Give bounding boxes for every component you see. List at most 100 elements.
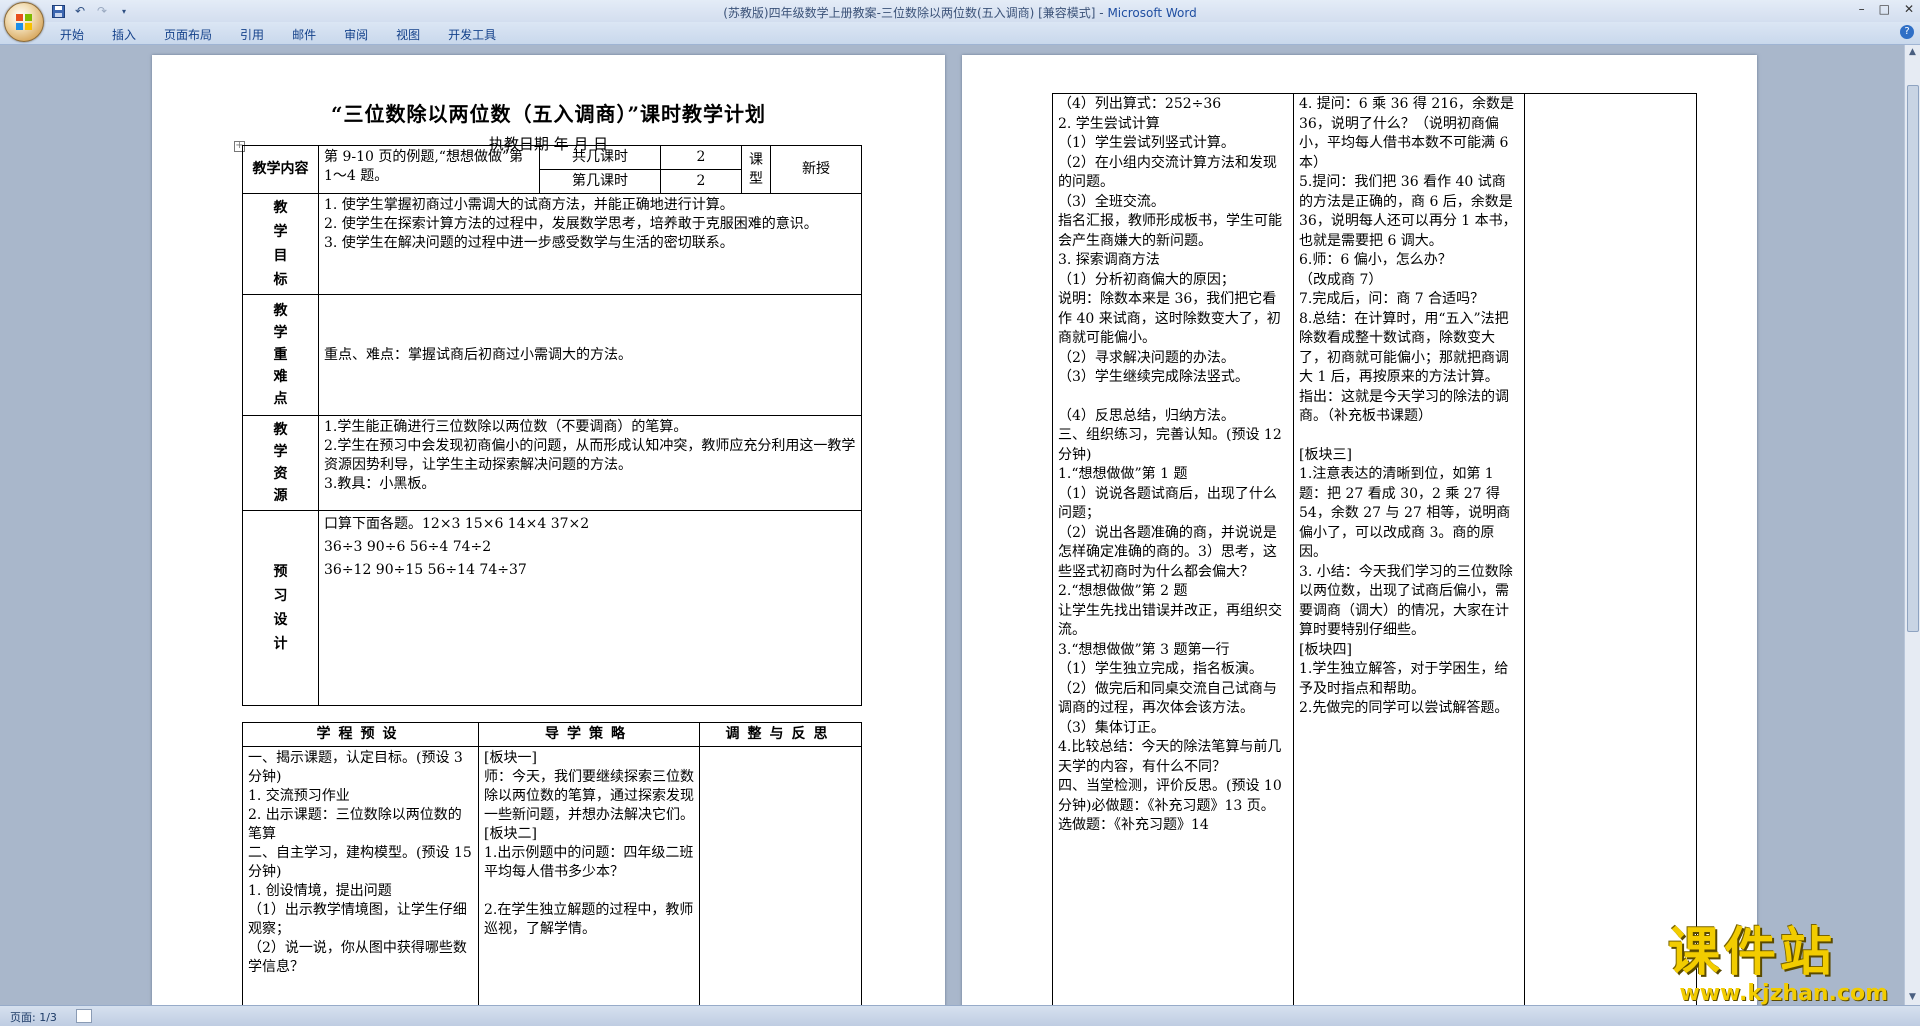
key-label-text: 教学重难点	[273, 303, 288, 407]
strategy-item: 2.先做完的同学可以尝试解答题。	[1299, 700, 1509, 716]
process-item: （1）出示教学情境图，让学生仔细观察；	[248, 902, 467, 937]
document-heading: “三位数除以两位数（五入调商）”课时教学计划	[330, 102, 766, 126]
tab-home[interactable]: 开始	[60, 26, 98, 43]
strategy-item: 4. 提问：6 乘 36 得 216，余数是 36，说明了什么？（说明初商偏小，…	[1299, 96, 1515, 171]
watermark-text: 课件站	[1668, 923, 1837, 983]
resources-cell: 1.学生能正确进行三位数除以两位数（不要调商）的笔算。 2.学生在预习中会发现初…	[318, 415, 862, 511]
scroll-up-icon[interactable]: ▲	[1907, 47, 1918, 58]
strategy-item: 1.出示例题中的问题：四年级二班平均每人借书多少本？	[484, 845, 694, 880]
strategy-item: 6.师：6 偏小，怎么办？	[1299, 252, 1452, 268]
strategy-item: [板块四]	[1299, 641, 1352, 658]
content-text: 第 9-10 页的例题,“想想做做”第 1～4 题。	[318, 145, 540, 194]
process-item: 2. 学生尝试计算	[1058, 115, 1160, 132]
current-hour-label: 第几课时	[539, 169, 661, 194]
goal-item: 1. 使学生掌握初商过小需调大的试商方法，并能正确地进行计算。	[324, 197, 734, 213]
tab-insert[interactable]: 插入	[112, 26, 150, 43]
process-item: （3）集体订正。	[1058, 719, 1165, 736]
preview-label-text: 预习设计	[273, 564, 288, 652]
close-button[interactable]: ✕	[1904, 2, 1914, 16]
process-item: （2）说一说，你从图中获得哪些数学信息？	[248, 940, 467, 975]
process-item: 二、自主学习，建构模型。(预设 15 分钟)	[248, 845, 472, 880]
strategy-cell: [板块一] 师：今天，我们要继续探索三位数除以两位数的笔算，通过探索发现一些新问…	[478, 746, 700, 1005]
process-item: 1. 创设情境，提出问题	[248, 883, 392, 899]
process-item: 1. 交流预习作业	[248, 788, 350, 804]
strategy-cell-continued: 4. 提问：6 乘 36 得 216，余数是 36，说明了什么？（说明初商偏小，…	[1293, 93, 1525, 1005]
process-item: 四、当堂检测，评价反思。(预设 10 分钟)必做题：《补充习题》13 页。选做题…	[1058, 778, 1282, 833]
title-bar: ↶ ↷ ▾ (苏教版)四年级数学上册教案-三位数除以两位数(五入调商) [兼容模…	[0, 0, 1920, 42]
strategy-item	[1299, 427, 1519, 446]
process-item: 让学生先找出错误并改正，再组织交流。	[1058, 602, 1282, 639]
preview-item: 口算下面各题。12×3 15×6 14×4 37×2	[324, 516, 590, 532]
maximize-button[interactable]: □	[1879, 2, 1890, 16]
col-header-process: 学程预设	[242, 722, 479, 747]
reflection-cell	[699, 746, 862, 1005]
process-item: 2.“想想做做”第 2 题	[1058, 583, 1188, 599]
total-hours-label: 共几课时	[539, 145, 661, 170]
office-button[interactable]	[4, 2, 44, 42]
document-title: (苏教版)四年级数学上册教案-三位数除以两位数(五入调商) [兼容模式] -	[723, 6, 1108, 20]
tab-mailings[interactable]: 邮件	[292, 26, 330, 43]
current-hour-value: 2	[660, 169, 742, 194]
preview-item: 36÷12 90÷15 56÷14 74÷37	[324, 562, 527, 578]
strategy-item	[484, 882, 694, 901]
tab-page-layout[interactable]: 页面布局	[164, 26, 226, 43]
process-item: （1）学生尝试列竖式计算。	[1058, 135, 1235, 151]
vertical-scrollbar[interactable]: ▲ ▼	[1904, 45, 1920, 1005]
strategy-item: 3. 小结：今天我们学习的三位数除以两位数，出现了试商后偏小，需要调商（调大）的…	[1299, 563, 1513, 639]
process-item: （2）做完后和同桌交流自己试商与调商的过程，再次体会该方法。	[1058, 680, 1277, 717]
content-label: 教学内容	[242, 145, 319, 194]
app-name: Microsoft Word	[1107, 6, 1197, 20]
office-logo-icon	[16, 14, 32, 30]
process-table-continued: （4）列出算式：252÷36 2. 学生尝试计算 （1）学生尝试列竖式计算。 （…	[1052, 93, 1697, 1005]
tab-developer[interactable]: 开发工具	[448, 26, 510, 43]
watermark-url: www.kjzhan.com	[1679, 981, 1888, 1006]
page-indicator[interactable]: 页面: 1/3	[10, 1009, 57, 1025]
process-item: （2）在小组内交流计算方法和发现的问题。	[1058, 154, 1277, 191]
strategy-item: 1.注意表达的清晰到位，如第 1 题：把 27 看成 30，2 乘 27 得 5…	[1299, 466, 1511, 560]
scroll-down-icon[interactable]: ▼	[1907, 992, 1918, 1003]
tab-references[interactable]: 引用	[240, 26, 278, 43]
preview-item: 36÷3 90÷6 56÷4 74÷2	[324, 539, 492, 555]
tab-review[interactable]: 审阅	[344, 26, 382, 43]
macro-record-icon[interactable]	[76, 1009, 92, 1023]
process-item: 一、揭示课题，认定目标。(预设 3 分钟)	[248, 750, 463, 785]
process-item: （1）分析初商偏大的原因；	[1058, 271, 1235, 288]
strategy-item: [板块一]	[484, 750, 537, 766]
lesson-type-label: 课型	[741, 145, 771, 194]
lesson-type-value: 新授	[770, 145, 862, 194]
process-item: 2. 出示课题：三位数除以两位数的笔算	[248, 807, 462, 842]
strategy-item: [板块三]	[1299, 446, 1352, 463]
goals-label: 教学目标	[242, 193, 319, 295]
strategy-item: 7.完成后，问：商 7 合适吗？	[1299, 291, 1485, 307]
col-header-reflection: 调整与反思	[699, 722, 862, 747]
site-watermark-logo: 课件站 www.kjzhan.com	[1668, 923, 1900, 1005]
reflection-cell-continued	[1524, 93, 1697, 1005]
lesson-plan-table: 教学内容 第 9-10 页的例题,“想想做做”第 1～4 题。 共几课时 2 课…	[242, 145, 862, 706]
strategy-item: 8.总结：在计算时，用“五入”法把除数看成整十数试商，除数变大了，初商就可能偏小…	[1299, 310, 1509, 386]
process-cell-continued: （4）列出算式：252÷36 2. 学生尝试计算 （1）学生尝试列竖式计算。 （…	[1052, 93, 1294, 1005]
process-table: 学程预设 导学策略 调整与反思 一、揭示课题，认定目标。(预设 3 分钟) 1.…	[242, 722, 862, 1005]
goal-item: 3. 使学生在解决问题的过程中进一步感受数学与生活的密切联系。	[324, 235, 734, 251]
resources-label: 教学资源	[242, 415, 319, 511]
process-item: 三、组织练习，完善认知。(预设 12 分钟)	[1058, 427, 1282, 463]
key-label: 教学重难点	[242, 294, 319, 416]
help-icon[interactable]: ?	[1900, 25, 1914, 39]
document-page-1: “三位数除以两位数（五入调商）”课时教学计划 执教日期 年 月 日 + 教学内容…	[152, 55, 945, 1005]
strategy-item: [板块二]	[484, 826, 537, 842]
process-item: （4）列出算式：252÷36	[1058, 96, 1222, 112]
process-item: 指名汇报，教师形成板书，学生可能会产生商嫌大的新问题。	[1058, 213, 1282, 249]
goals-label-text: 教学目标	[273, 200, 288, 288]
document-workspace: “三位数除以两位数（五入调商）”课时教学计划 执教日期 年 月 日 + 教学内容…	[0, 45, 1905, 1005]
strategy-item: 5.提问：我们把 36 看作 40 试商的方法是正确的，商 6 后，余数是 36…	[1299, 174, 1517, 249]
document-page-2: （4）列出算式：252÷36 2. 学生尝试计算 （1）学生尝试列竖式计算。 （…	[962, 55, 1757, 1005]
process-item: （4）反思总结，归纳方法。	[1058, 407, 1235, 424]
process-item: 1.“想想做做”第 1 题	[1058, 466, 1188, 482]
scrollbar-thumb[interactable]	[1907, 85, 1919, 632]
resource-item: 3.教具：小黑板。	[324, 476, 436, 492]
resources-label-text: 教学资源	[273, 422, 288, 504]
process-cell: 一、揭示课题，认定目标。(预设 3 分钟) 1. 交流预习作业 2. 出示课题：…	[242, 746, 479, 1005]
preview-label: 预习设计	[242, 510, 319, 706]
tab-view[interactable]: 视图	[396, 26, 434, 43]
minimize-button[interactable]: –	[1859, 2, 1865, 16]
strategy-item: 师：今天，我们要继续探索三位数除以两位数的笔算，通过探索发现一些新问题，并想办法…	[484, 769, 694, 823]
